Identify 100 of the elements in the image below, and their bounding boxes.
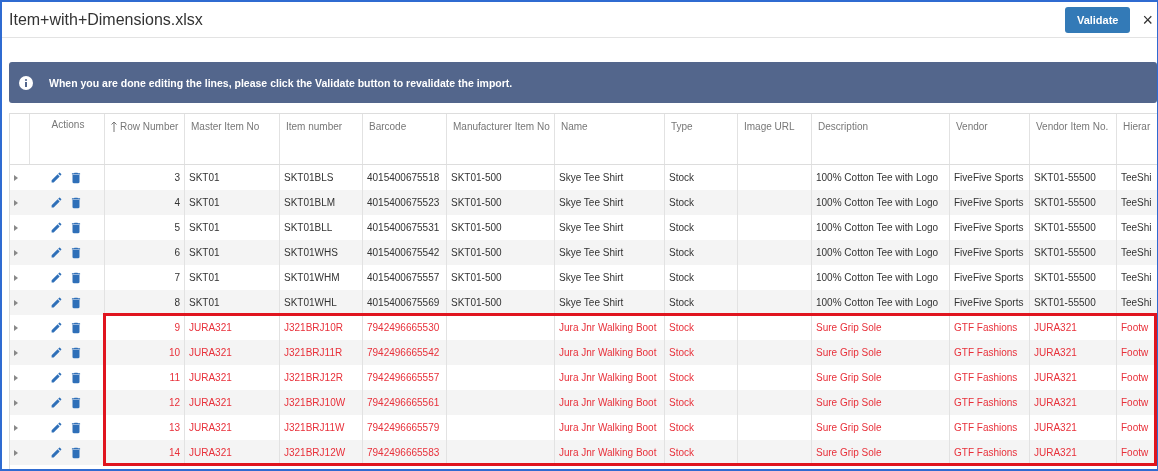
column-header[interactable]: Vendor [956,121,988,132]
manufacturer-item-cell: SKT01-500 [451,272,502,283]
description-cell: 100% Cotton Tee with Logo [816,222,939,233]
barcode-cell: 4015400675531 [367,222,440,233]
column-header[interactable]: Image URL [744,121,795,132]
type-cell: Stock [669,347,694,358]
info-icon [19,75,33,90]
expand-icon[interactable] [14,424,18,431]
hierarchy-cell: Footw [1121,322,1149,333]
column-header[interactable]: Vendor Item No. [1036,121,1109,132]
manufacturer-item-cell: SKT01-500 [451,297,502,308]
item-number-cell: SKT01WHL [284,297,337,308]
column-header[interactable]: Description [818,121,869,132]
name-cell: Skye Tee Shirt [559,297,624,308]
expand-icon[interactable] [14,199,18,206]
master-item-cell: SKT01 [189,172,220,183]
hierarchy-cell: Footw [1121,397,1149,408]
row-number-cell: 11 [169,372,180,383]
edit-icon[interactable] [50,196,63,209]
master-item-cell: JURA321 [189,447,232,458]
delete-icon[interactable] [69,370,83,385]
expand-icon[interactable] [14,249,18,256]
expand-icon[interactable] [14,274,18,281]
edit-icon[interactable] [50,271,63,284]
delete-icon[interactable] [69,320,83,335]
edit-icon[interactable] [50,371,63,384]
vendor-item-cell: JURA321 [1034,447,1077,458]
delete-icon[interactable] [69,295,83,310]
edit-icon[interactable] [50,346,63,359]
delete-icon[interactable] [69,395,83,410]
barcode-cell: 4015400675523 [367,197,440,208]
description-cell: Sure Grip Sole [816,422,882,433]
expand-icon[interactable] [14,399,18,406]
delete-icon[interactable] [69,420,83,435]
master-item-cell: JURA321 [189,372,232,383]
expand-icon[interactable] [14,449,18,456]
row-number-cell: 13 [168,422,180,433]
expand-icon[interactable] [14,349,18,356]
edit-icon[interactable] [50,446,63,459]
column-header[interactable]: Actions [51,119,85,130]
barcode-cell: 7942496665579 [367,422,440,433]
info-message: When you are done editing the lines, please click the Validate button to revalidate the import. [49,76,513,89]
master-item-cell: SKT01 [189,247,220,258]
master-item-cell: JURA321 [189,397,232,408]
hierarchy-cell: TeeShi [1121,172,1152,183]
hierarchy-cell: TeeShi [1121,197,1152,208]
type-cell: Stock [669,172,694,183]
edit-icon[interactable] [50,421,63,434]
expand-icon[interactable] [14,224,18,231]
barcode-cell: 7942496665561 [367,397,440,408]
row-number-cell: 12 [168,397,180,408]
edit-icon[interactable] [50,321,63,334]
row-number-cell: 5 [174,222,180,233]
vendor-cell: GTF Fashions [954,322,1018,333]
delete-icon[interactable] [69,220,83,235]
name-cell: Skye Tee Shirt [559,172,624,183]
delete-icon[interactable] [69,195,83,210]
barcode-cell: 4015400675557 [367,272,440,283]
vendor-item-cell: SKT01-55500 [1034,172,1096,183]
column-header[interactable]: Row Number [120,121,179,132]
name-cell: Skye Tee Shirt [559,247,624,258]
edit-icon[interactable] [50,396,63,409]
expand-icon[interactable] [14,299,18,306]
description-cell: Sure Grip Sole [816,397,882,408]
delete-icon[interactable] [69,345,83,360]
column-header[interactable]: Name [561,121,588,132]
row-number-cell: 3 [174,172,180,183]
delete-icon[interactable] [69,170,83,185]
delete-icon[interactable] [69,445,83,460]
vendor-cell: FiveFive Sports [954,222,1024,233]
type-cell: Stock [669,447,694,458]
delete-icon[interactable] [69,270,83,285]
validate-button[interactable]: Validate [1064,6,1131,33]
edit-icon[interactable] [50,171,63,184]
item-number-cell: J321BRJ12W [284,447,346,458]
type-cell: Stock [669,247,694,258]
expand-icon[interactable] [14,374,18,381]
column-header[interactable]: Item number [286,121,343,132]
row-number-cell: 7 [174,272,180,283]
item-number-cell: J321BRJ12R [284,372,343,383]
name-cell: Skye Tee Shirt [559,272,624,283]
vendor-item-cell: JURA321 [1034,322,1077,333]
close-button[interactable]: × [1138,10,1157,29]
column-header[interactable]: Hierar [1123,121,1151,132]
edit-icon[interactable] [50,221,63,234]
type-cell: Stock [669,197,694,208]
item-number-cell: SKT01BLM [284,197,336,208]
hierarchy-cell: Footw [1121,347,1149,358]
item-number-cell: J321BRJ11R [284,347,343,358]
column-header[interactable]: Type [671,121,693,132]
vendor-item-cell: SKT01-55500 [1034,222,1096,233]
edit-icon[interactable] [50,296,63,309]
column-header[interactable]: Master Item No [191,121,260,132]
column-header[interactable]: Manufacturer Item No [453,121,550,132]
name-cell: Jura Jnr Walking Boot [559,422,657,433]
delete-icon[interactable] [69,245,83,260]
column-header[interactable]: Barcode [369,121,407,132]
expand-icon[interactable] [14,324,18,331]
expand-icon[interactable] [14,174,18,181]
edit-icon[interactable] [50,246,63,259]
